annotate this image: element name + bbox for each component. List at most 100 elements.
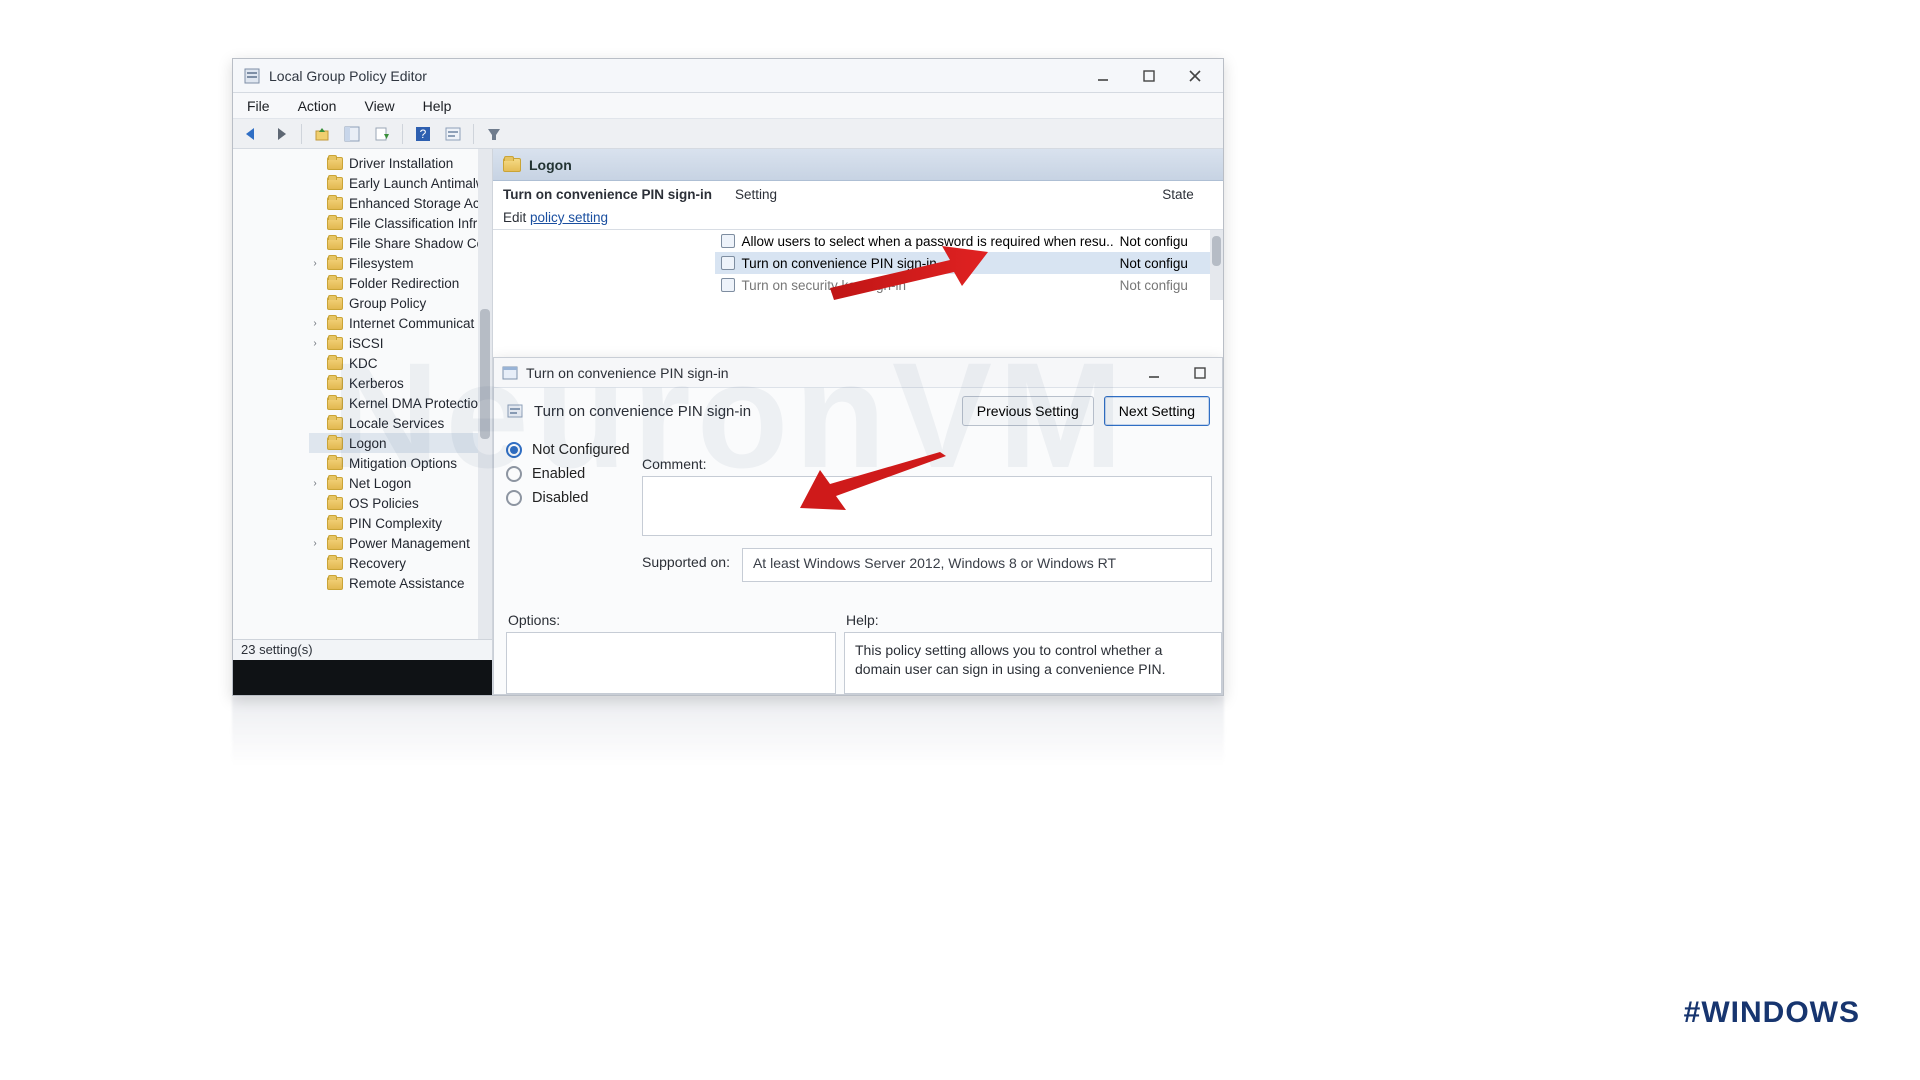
previous-setting-button[interactable]: Previous Setting <box>962 396 1094 426</box>
tree-item[interactable]: Group Policy <box>309 293 492 313</box>
radio-label: Enabled <box>532 466 585 482</box>
setting-label: Turn on convenience PIN sign-in <box>741 256 1113 271</box>
radio-label: Not Configured <box>532 442 630 458</box>
policy-dialog: Turn on convenience PIN sign-in Turn on … <box>493 357 1223 695</box>
setting-row[interactable]: Turn on convenience PIN sign-inNot confi… <box>715 252 1209 274</box>
tree-item-label: Folder Redirection <box>349 276 459 291</box>
filter-icon[interactable] <box>482 122 506 146</box>
tree-item-label: Recovery <box>349 556 406 571</box>
tree-item-label: Locale Services <box>349 416 444 431</box>
tree-item-label: Net Logon <box>349 476 411 491</box>
column-state-header[interactable]: State <box>1133 181 1223 229</box>
tree-expander-icon[interactable]: › <box>309 478 321 489</box>
dialog-minimize-button[interactable] <box>1140 363 1168 383</box>
policy-dialog-icon <box>502 365 518 381</box>
tree-item[interactable]: Mitigation Options <box>309 453 492 473</box>
tree-expander-icon[interactable]: › <box>309 338 321 349</box>
tree-item-label: Enhanced Storage Ac <box>349 196 480 211</box>
folder-icon <box>503 158 521 172</box>
tree-item[interactable]: › Net Logon <box>309 473 492 493</box>
setting-row[interactable]: Turn on security key sign-inNot configu <box>715 274 1209 296</box>
properties-icon[interactable] <box>441 122 465 146</box>
tree-item[interactable]: Remote Assistance <box>309 573 492 593</box>
content-pane: Logon Turn on convenience PIN sign-in Ed… <box>493 149 1223 695</box>
folder-icon <box>327 437 343 450</box>
column-setting-header[interactable]: Setting <box>725 181 1133 229</box>
nav-back-icon[interactable] <box>239 122 263 146</box>
tree-item-label: Driver Installation <box>349 156 453 171</box>
toolbar-separator-3 <box>473 124 474 144</box>
setting-label: Allow users to select when a password is… <box>741 234 1113 249</box>
dialog-maximize-button[interactable] <box>1186 363 1214 383</box>
titlebar: Local Group Policy Editor <box>233 59 1223 93</box>
status-black-strip <box>233 660 493 695</box>
menu-action[interactable]: Action <box>294 96 341 116</box>
edit-prefix: Edit <box>503 210 530 225</box>
tree-item[interactable]: Kerberos <box>309 373 492 393</box>
nav-vertical-scrollbar[interactable] <box>478 149 492 695</box>
task-title: Turn on convenience PIN sign-in <box>503 187 715 202</box>
folder-icon <box>327 417 343 430</box>
nav-forward-icon[interactable] <box>269 122 293 146</box>
tree-item[interactable]: Recovery <box>309 553 492 573</box>
dialog-title: Turn on convenience PIN sign-in <box>526 365 729 381</box>
setting-state: Not configu <box>1120 234 1210 249</box>
tree-item[interactable]: Early Launch Antimalw <box>309 173 492 193</box>
radio-icon <box>506 466 522 482</box>
gp-editor-window: Local Group Policy Editor File Action Vi… <box>232 58 1224 696</box>
close-button[interactable] <box>1181 66 1209 86</box>
tree-item[interactable]: PIN Complexity <box>309 513 492 533</box>
tree-item-label: Filesystem <box>349 256 414 271</box>
menu-file[interactable]: File <box>243 96 274 116</box>
radio-label: Disabled <box>532 490 588 506</box>
tree-item[interactable]: ›Internet Communicat <box>309 313 492 333</box>
show-hide-tree-icon[interactable] <box>340 122 364 146</box>
folder-icon <box>327 337 343 350</box>
menu-view[interactable]: View <box>360 96 398 116</box>
settings-list[interactable]: Allow users to select when a password is… <box>715 230 1209 300</box>
comment-textarea[interactable] <box>642 476 1212 536</box>
radio-icon <box>506 490 522 506</box>
tree-item[interactable]: OS Policies <box>309 493 492 513</box>
supported-value: At least Windows Server 2012, Windows 8 … <box>742 548 1212 582</box>
tree-item[interactable]: Logon <box>309 433 492 453</box>
dialog-right-column: Comment: Supported on: At least Windows … <box>642 456 1212 582</box>
setting-row[interactable]: Allow users to select when a password is… <box>715 230 1209 252</box>
minimize-button[interactable] <box>1089 66 1117 86</box>
svg-text:?: ? <box>420 127 427 141</box>
tree-item[interactable]: ›iSCSI <box>309 333 492 353</box>
tree-item[interactable]: Enhanced Storage Ac <box>309 193 492 213</box>
tree-item[interactable]: ›Power Management <box>309 533 492 553</box>
tree-item-label: File Classification Infr <box>349 216 477 231</box>
tree-item[interactable]: Kernel DMA Protectio <box>309 393 492 413</box>
tree-expander-icon[interactable]: › <box>309 258 321 269</box>
help-icon[interactable]: ? <box>411 122 435 146</box>
tree-item[interactable]: › Filesystem <box>309 253 492 273</box>
tree-item[interactable]: Driver Installation <box>309 153 492 173</box>
setting-icon <box>721 234 735 248</box>
policy-setting-link[interactable]: policy setting <box>530 210 608 225</box>
up-folder-icon[interactable] <box>310 122 334 146</box>
tree-expander-icon[interactable]: › <box>309 538 321 549</box>
folder-icon <box>327 217 343 230</box>
folder-icon <box>327 197 343 210</box>
export-list-icon[interactable] <box>370 122 394 146</box>
nav-tree[interactable]: Driver Installation Early Launch Antimalw… <box>233 149 493 695</box>
tree-item[interactable]: Folder Redirection <box>309 273 492 293</box>
task-panel: Turn on convenience PIN sign-in Edit pol… <box>493 181 725 229</box>
maximize-button[interactable] <box>1135 66 1163 86</box>
options-panel <box>506 632 836 694</box>
tree-item[interactable]: File Share Shadow Co <box>309 233 492 253</box>
tree-item[interactable]: File Classification Infr <box>309 213 492 233</box>
dialog-lower: Options: Help: This policy setting allow… <box>506 608 1222 694</box>
settings-vertical-scrollbar[interactable] <box>1210 230 1223 300</box>
dialog-titlebar: Turn on convenience PIN sign-in <box>494 358 1222 388</box>
tree-item[interactable]: Locale Services <box>309 413 492 433</box>
menu-help[interactable]: Help <box>419 96 456 116</box>
folder-icon <box>327 457 343 470</box>
menubar: File Action View Help <box>233 93 1223 119</box>
tree-expander-icon[interactable]: › <box>309 318 321 329</box>
folder-icon <box>327 517 343 530</box>
tree-item[interactable]: KDC <box>309 353 492 373</box>
next-setting-button[interactable]: Next Setting <box>1104 396 1210 426</box>
